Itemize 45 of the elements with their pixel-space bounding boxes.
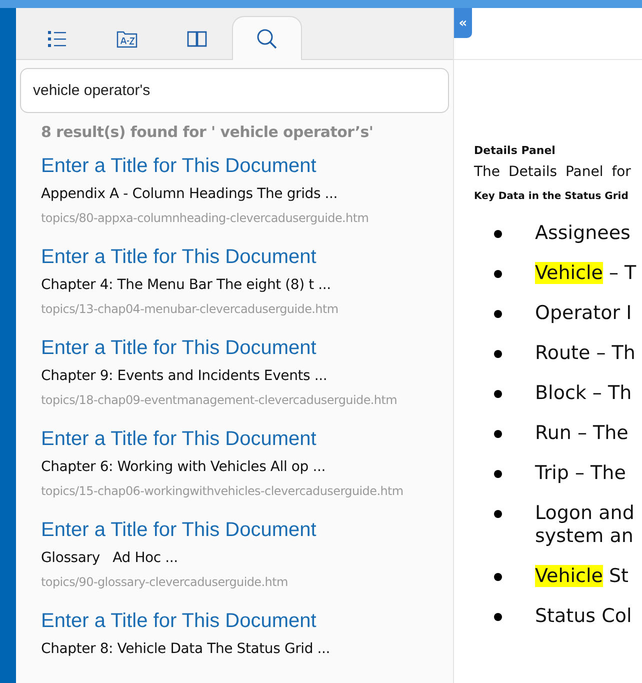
section-heading: Key Data in the Status Grid <box>474 190 630 204</box>
result-path: topics/18-chap09-eventmanagement-clevercaduserguide.htm <box>41 392 398 408</box>
result-path: topics/13-chap04-menubar-clevercaduserguide.htm <box>41 300 340 318</box>
result-link[interactable]: Enter a Title for This Document <box>41 608 316 632</box>
list-item-text: Vehicle – T <box>535 262 636 284</box>
list-item-text: Operator I <box>535 302 632 324</box>
list-item-text: Block – Th <box>535 382 632 404</box>
section-heading: Details Panel <box>474 143 556 159</box>
result-snippet: Chapter 8: Vehicle Data The Status Grid ... <box>41 640 332 658</box>
result-snippet: Appendix A - Column Headings The grids ... <box>41 184 339 204</box>
result-link[interactable]: Enter a Title for This Document <box>41 518 316 542</box>
bullet-icon <box>494 572 502 580</box>
paragraph: The Details Panel for <box>474 162 632 182</box>
result-snippet: Chapter 6: Working with Vehicles All op ... <box>41 458 326 476</box>
search-icon <box>256 28 278 50</box>
bullet-icon <box>494 612 502 620</box>
bullet-icon <box>494 350 502 358</box>
bullet-icon <box>494 510 502 518</box>
result-link[interactable]: Enter a Title for This Document <box>41 426 316 450</box>
list-item-text: Vehicle St <box>535 564 629 588</box>
result-snippet: Chapter 9: Events and Incidents Events ... <box>41 366 328 386</box>
result-path: topics/15-chap06-workingwithvehicles-clevercaduserguide.htm <box>41 482 404 500</box>
result-link[interactable]: Enter a Title for This Document <box>41 154 316 178</box>
bullet-icon <box>494 430 502 438</box>
result-path: topics/90-glossary-clevercaduserguide.htm <box>41 574 289 590</box>
list-item-text: Trip – The <box>535 462 626 484</box>
tab[interactable] <box>232 16 302 60</box>
collapse-button[interactable]: « <box>454 8 472 38</box>
bullet-icon <box>494 310 502 318</box>
list-item-text: Status Col <box>535 604 632 628</box>
bullet-icon <box>494 470 502 478</box>
result-snippet: Chapter 4: The Menu Bar The eight (8) t ... <box>41 276 332 294</box>
result-path: topics/80-appxa-columnheading-clevercaduserguide.htm <box>41 210 370 226</box>
results-summary: 8 result(s) found for ' vehicle operator’s' <box>41 122 374 143</box>
bullet-icon <box>494 390 502 398</box>
result-snippet: Glossary Ad Hoc ... <box>41 548 179 568</box>
result-link[interactable]: Enter a Title for This Document <box>41 336 316 360</box>
list-item-text: Run – The <box>535 422 628 444</box>
list-item-text: Assignees <box>535 222 630 244</box>
bullet-icon <box>494 270 502 278</box>
result-link[interactable]: Enter a Title for This Document <box>41 244 316 268</box>
list-item-text: Logon and system an <box>535 502 634 548</box>
list-item-text: Route – Th <box>535 342 636 364</box>
bullet-icon <box>494 230 502 238</box>
search-field[interactable]: vehicle operator's <box>20 68 449 113</box>
